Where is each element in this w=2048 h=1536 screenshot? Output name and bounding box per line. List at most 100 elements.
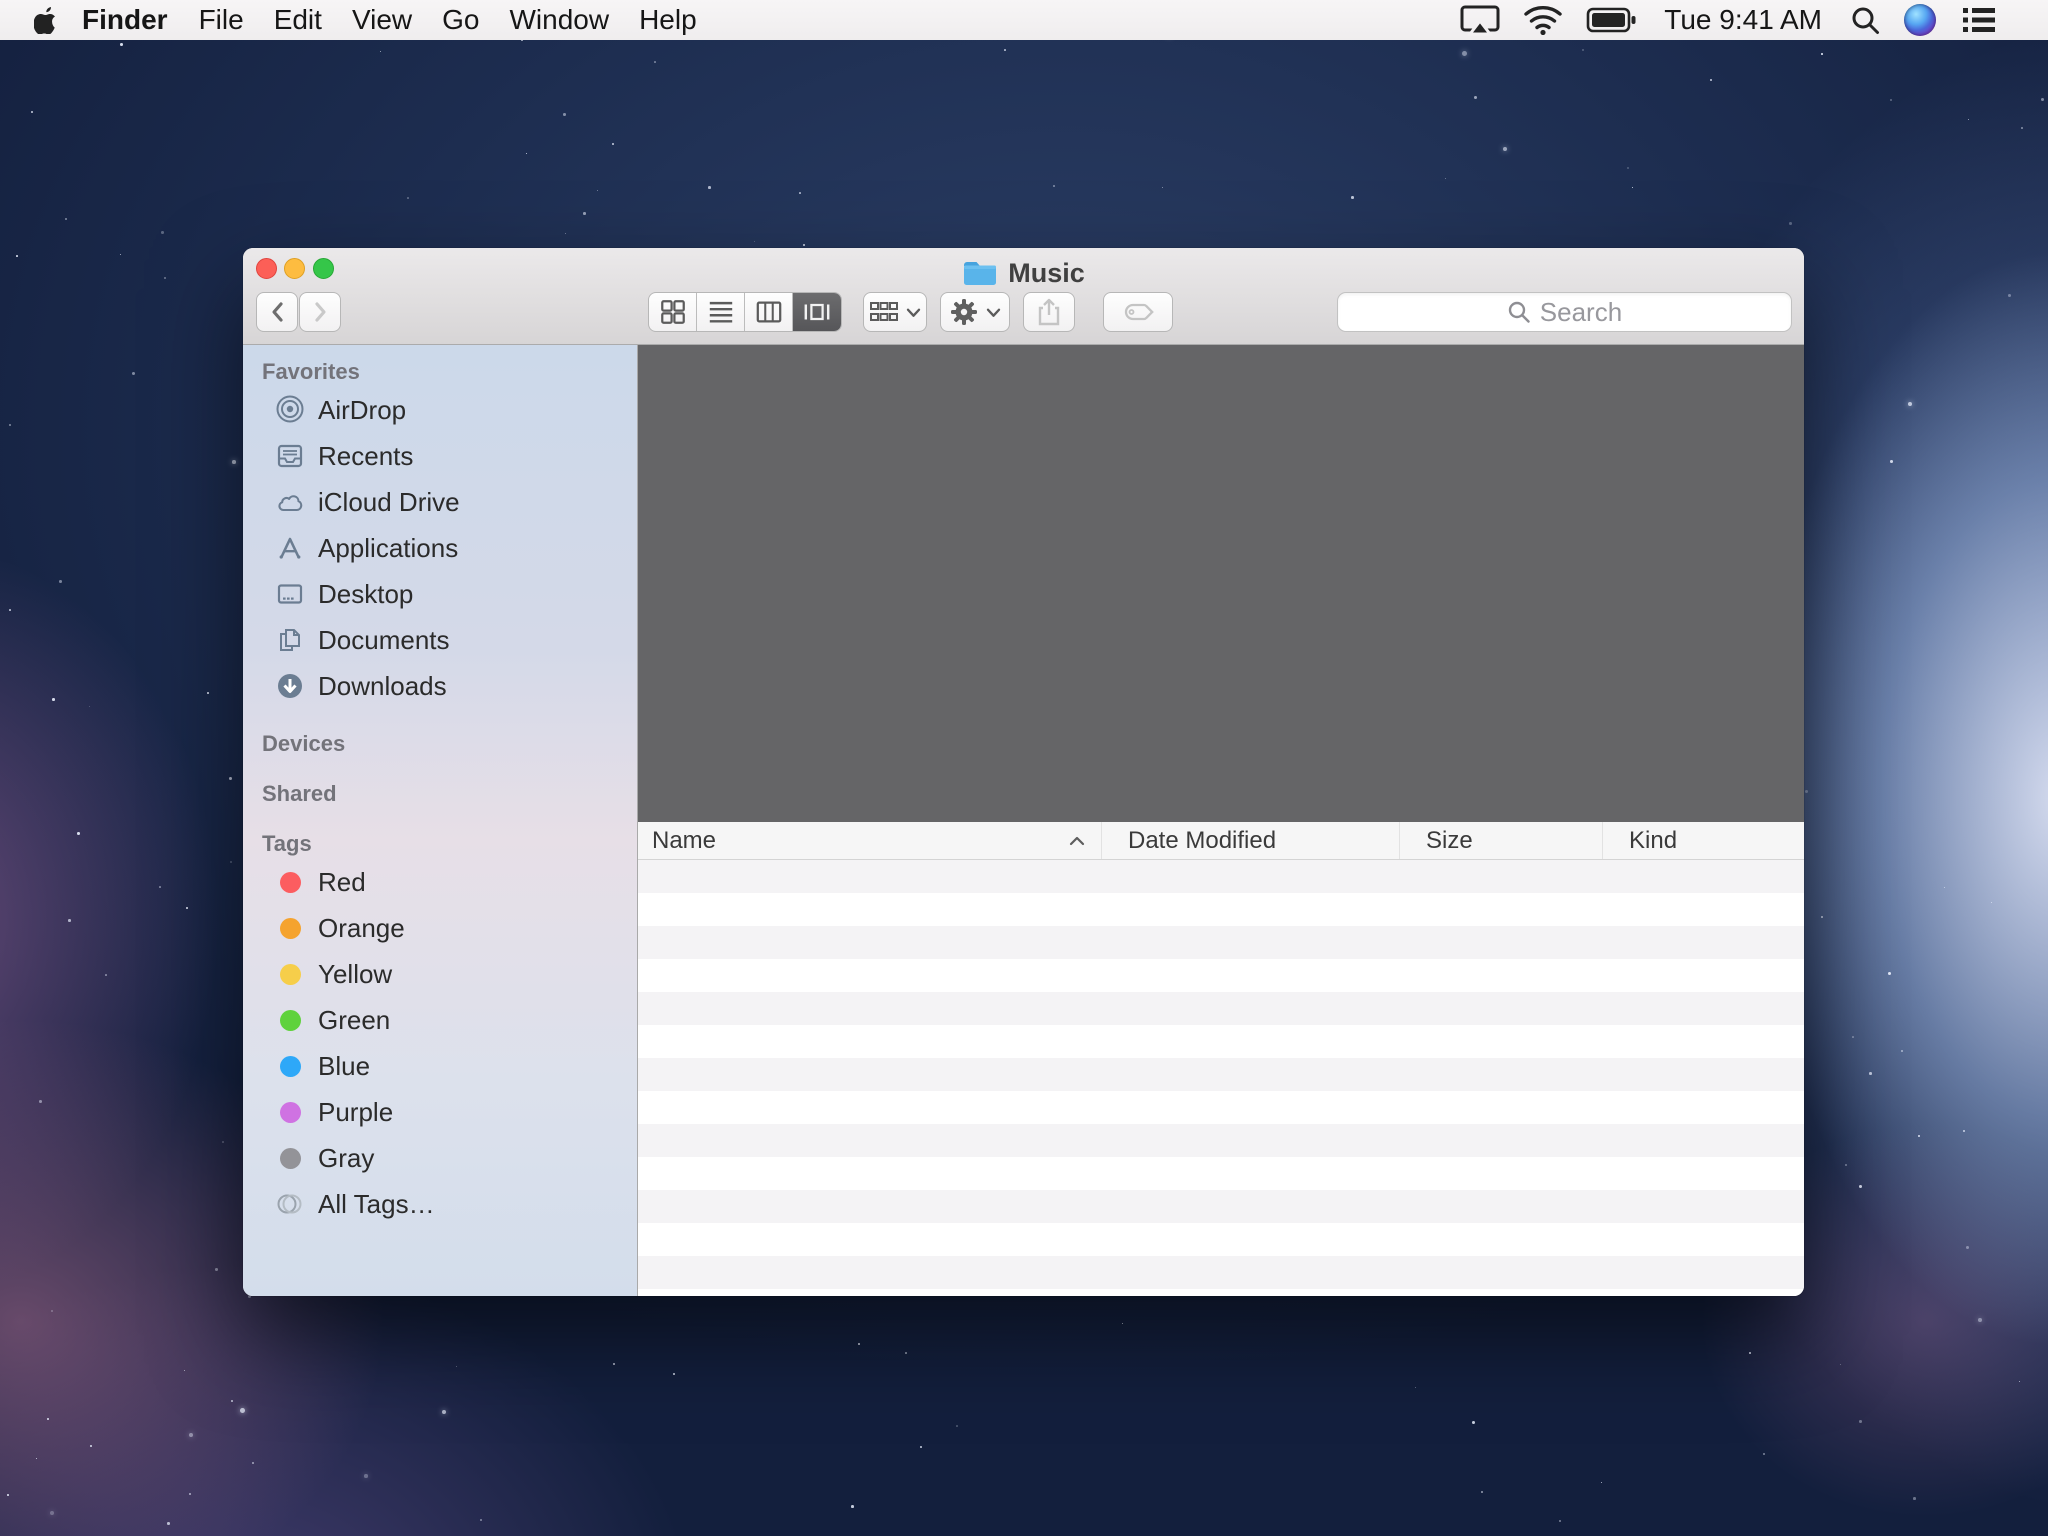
file-list-rows <box>638 860 1804 1296</box>
sidebar-item-label: Documents <box>318 625 450 656</box>
menu-window[interactable]: Window <box>494 0 624 40</box>
group-icon <box>869 299 899 325</box>
menu-help[interactable]: Help <box>624 0 712 40</box>
sidebar-item-label: Desktop <box>318 579 413 610</box>
tag-icon <box>1121 300 1155 324</box>
icloud-icon <box>275 487 305 517</box>
menu-edit[interactable]: Edit <box>259 0 337 40</box>
list-view-button[interactable] <box>697 293 745 331</box>
tag-purple-icon <box>275 1097 305 1127</box>
icon-view-button[interactable] <box>649 293 697 331</box>
sidebar-item-tag-yellow[interactable]: Yellow <box>243 951 637 997</box>
window-title-text: Music <box>1008 258 1085 289</box>
sidebar-item-airdrop[interactable]: AirDrop <box>243 387 637 433</box>
share-button[interactable] <box>1023 292 1075 332</box>
gear-icon <box>949 297 979 327</box>
chevron-down-icon <box>906 307 921 318</box>
sidebar-item-downloads[interactable]: Downloads <box>243 663 637 709</box>
back-button[interactable] <box>256 292 298 332</box>
tag-gray-icon <box>275 1143 305 1173</box>
sidebar-item-tag-green[interactable]: Green <box>243 997 637 1043</box>
sidebar-item-applications[interactable]: Applications <box>243 525 637 571</box>
window-titlebar[interactable]: Music <box>243 248 1804 345</box>
sidebar-item-label: Purple <box>318 1097 393 1128</box>
tag-blue-icon <box>275 1051 305 1081</box>
column-header-name[interactable]: Name <box>638 822 1101 859</box>
coverflow-view-button[interactable] <box>793 293 841 331</box>
recents-icon <box>275 441 305 471</box>
downloads-icon <box>275 671 305 701</box>
sidebar-item-label: Gray <box>318 1143 374 1174</box>
battery-icon[interactable] <box>1574 0 1648 40</box>
sidebar-item-label: Recents <box>318 441 413 472</box>
sidebar-item-tag-purple[interactable]: Purple <box>243 1089 637 1135</box>
column-view-button[interactable] <box>745 293 793 331</box>
notification-center-icon[interactable] <box>1948 0 2010 40</box>
search-icon <box>1507 300 1531 324</box>
sidebar-section-devices: Devices <box>243 729 637 759</box>
search-placeholder: Search <box>1540 297 1622 328</box>
sidebar-item-documents[interactable]: Documents <box>243 617 637 663</box>
sidebar-item-label: Orange <box>318 913 405 944</box>
sidebar-item-all-tags[interactable]: All Tags… <box>243 1181 637 1227</box>
sidebar: Favorites AirDrop <box>243 345 638 1296</box>
menu-finder[interactable]: Finder <box>66 0 184 40</box>
finder-window: Music <box>243 248 1804 1296</box>
applications-icon <box>275 533 305 563</box>
menu-view[interactable]: View <box>337 0 427 40</box>
sidebar-item-icloud-drive[interactable]: iCloud Drive <box>243 479 637 525</box>
sidebar-item-recents[interactable]: Recents <box>243 433 637 479</box>
sidebar-item-desktop[interactable]: Desktop <box>243 571 637 617</box>
tag-orange-icon <box>275 913 305 943</box>
airplay-icon[interactable] <box>1448 0 1512 40</box>
sidebar-item-tag-red[interactable]: Red <box>243 859 637 905</box>
sidebar-section-favorites: Favorites <box>243 357 637 387</box>
search-input[interactable]: Search <box>1337 292 1792 332</box>
sidebar-section-tags: Tags <box>243 829 637 859</box>
sidebar-item-label: Green <box>318 1005 390 1036</box>
forward-button[interactable] <box>299 292 341 332</box>
chevron-down-icon <box>986 307 1001 318</box>
menu-bar: Finder File Edit View Go Window Help <box>0 0 2048 40</box>
column-header-size[interactable]: Size <box>1399 822 1602 859</box>
sidebar-item-label: Yellow <box>318 959 392 990</box>
tag-red-icon <box>275 867 305 897</box>
list-header: Name Date Modified Size Kind <box>638 822 1804 860</box>
sidebar-item-label: All Tags… <box>318 1189 435 1220</box>
tag-yellow-icon <box>275 959 305 989</box>
tag-green-icon <box>275 1005 305 1035</box>
spotlight-search-icon[interactable] <box>1838 0 1892 40</box>
sidebar-item-label: Blue <box>318 1051 370 1082</box>
tag-button[interactable] <box>1103 292 1173 332</box>
blue-folder-icon <box>962 259 998 287</box>
action-button[interactable] <box>940 292 1010 332</box>
apple-logo-icon <box>34 6 58 34</box>
menu-bar-clock[interactable]: Tue 9:41 AM <box>1648 4 1838 36</box>
sidebar-item-label: Downloads <box>318 671 447 702</box>
desktop-icon <box>275 579 305 609</box>
view-mode-control <box>648 292 842 332</box>
sidebar-item-tag-orange[interactable]: Orange <box>243 905 637 951</box>
sidebar-item-label: Applications <box>318 533 458 564</box>
menu-file[interactable]: File <box>184 0 259 40</box>
column-header-date-modified[interactable]: Date Modified <box>1101 822 1399 859</box>
sidebar-item-label: iCloud Drive <box>318 487 460 518</box>
sort-ascending-icon <box>1069 836 1085 846</box>
sidebar-item-tag-blue[interactable]: Blue <box>243 1043 637 1089</box>
sidebar-item-tag-gray[interactable]: Gray <box>243 1135 637 1181</box>
apple-menu[interactable] <box>26 0 66 40</box>
window-title: Music <box>243 256 1804 290</box>
sidebar-section-shared: Shared <box>243 779 637 809</box>
documents-icon <box>275 625 305 655</box>
column-header-kind[interactable]: Kind <box>1602 822 1804 859</box>
coverflow-preview-area <box>638 345 1804 822</box>
sidebar-item-label: AirDrop <box>318 395 406 426</box>
menu-go[interactable]: Go <box>427 0 494 40</box>
content-area: Name Date Modified Size Kind <box>638 345 1804 1296</box>
share-icon <box>1035 297 1063 327</box>
group-by-button[interactable] <box>863 292 927 332</box>
siri-icon[interactable] <box>1892 0 1948 40</box>
wifi-icon[interactable] <box>1512 0 1574 40</box>
airdrop-icon <box>275 395 305 425</box>
sidebar-item-label: Red <box>318 867 366 898</box>
